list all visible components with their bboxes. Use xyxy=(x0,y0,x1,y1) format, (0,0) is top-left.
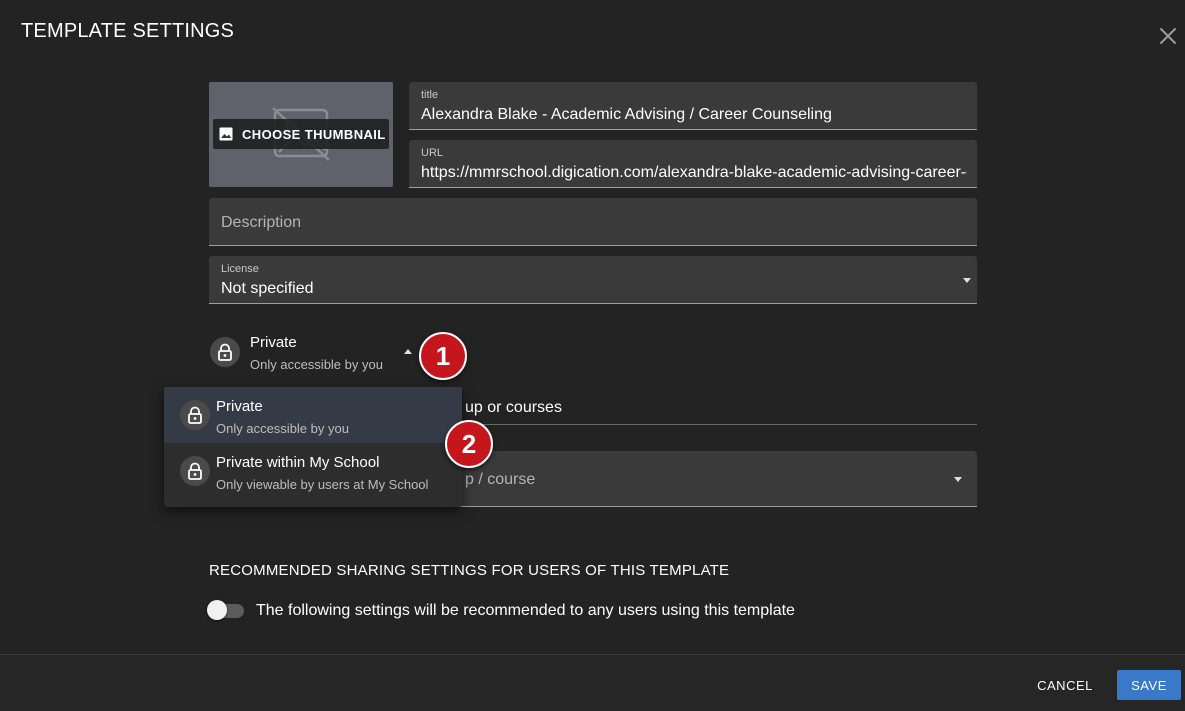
dialog-title: TEMPLATE SETTINGS xyxy=(21,20,235,42)
caret-down-icon xyxy=(954,477,962,482)
thumbnail-area[interactable]: CHOOSE THUMBNAIL xyxy=(209,82,393,187)
image-icon xyxy=(219,127,233,141)
privacy-selected-subtitle: Only accessible by you xyxy=(250,357,383,372)
privacy-selected-title: Private xyxy=(250,334,297,351)
privacy-option-private-school[interactable]: Private within My School Only viewable b… xyxy=(164,443,462,499)
close-icon[interactable] xyxy=(1156,24,1180,48)
step-badge-1: 1 xyxy=(419,332,467,380)
cancel-button[interactable]: CANCEL xyxy=(1026,671,1104,699)
url-field[interactable]: URL https://mmrschool.digication.com/ale… xyxy=(409,140,977,188)
option-subtitle: Only accessible by you xyxy=(216,421,349,436)
caret-down-icon xyxy=(963,278,971,283)
title-field[interactable]: title Alexandra Blake - Academic Advisin… xyxy=(409,82,977,130)
description-field[interactable]: Description xyxy=(209,198,977,246)
title-value: Alexandra Blake - Academic Advising / Ca… xyxy=(421,106,832,123)
choose-thumbnail-button[interactable]: CHOOSE THUMBNAIL xyxy=(213,119,389,149)
save-button[interactable]: SAVE xyxy=(1117,670,1181,700)
sharing-toggle-knob[interactable] xyxy=(207,600,227,620)
lock-icon xyxy=(180,456,210,486)
group-courses-text: up or courses xyxy=(465,399,562,416)
license-select[interactable]: License Not specified xyxy=(209,256,977,304)
option-subtitle: Only viewable by users at My School xyxy=(216,477,429,492)
privacy-option-private[interactable]: Private Only accessible by you xyxy=(164,387,462,443)
license-label: License xyxy=(221,263,259,275)
url-value: https://mmrschool.digication.com/alexand… xyxy=(421,164,967,181)
url-label: URL xyxy=(421,147,444,159)
description-placeholder: Description xyxy=(221,214,302,231)
lock-icon xyxy=(210,337,240,367)
option-title: Private within My School xyxy=(216,454,380,471)
license-value: Not specified xyxy=(221,280,314,297)
privacy-dropdown-menu: Private Only accessible by you Private w… xyxy=(164,387,462,507)
dialog-footer xyxy=(0,654,1185,711)
group-course-placeholder: p / course xyxy=(465,471,536,488)
step-badge-2: 2 xyxy=(445,420,493,468)
sharing-heading: RECOMMENDED SHARING SETTINGS FOR USERS O… xyxy=(209,562,730,579)
lock-icon xyxy=(180,400,210,430)
choose-thumbnail-label: CHOOSE THUMBNAIL xyxy=(242,126,386,142)
title-label: title xyxy=(421,89,439,101)
sharing-toggle-label: The following settings will be recommend… xyxy=(256,602,795,619)
option-title: Private xyxy=(216,398,263,415)
caret-up-icon[interactable] xyxy=(404,349,412,354)
